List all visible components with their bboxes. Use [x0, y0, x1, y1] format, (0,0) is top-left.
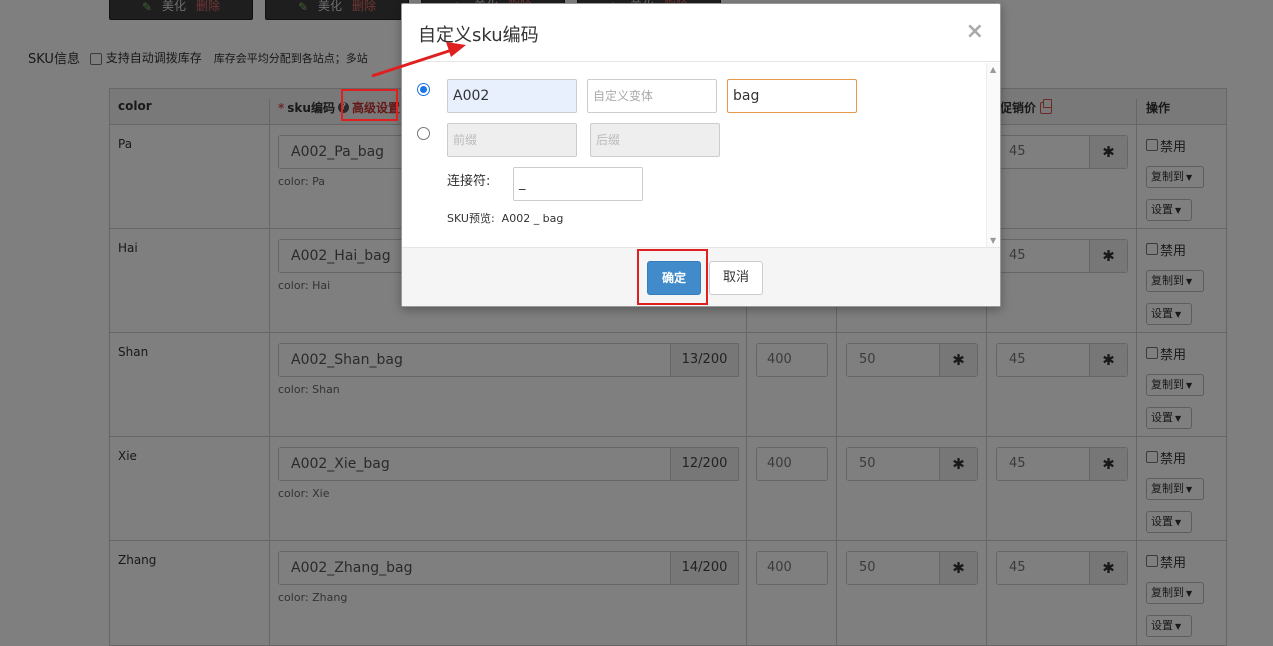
annotation-arrow [371, 42, 466, 78]
